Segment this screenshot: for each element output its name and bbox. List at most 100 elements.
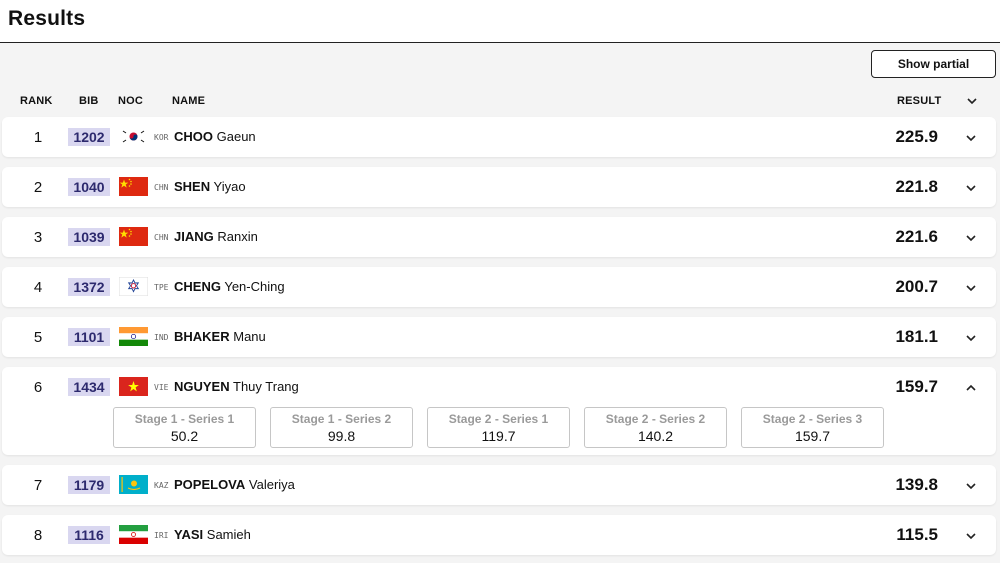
athlete-given-name: Manu	[233, 329, 266, 344]
bib-badge: 1179	[68, 476, 110, 494]
noc-code: VIE	[154, 383, 169, 392]
bib-badge: 1434	[68, 378, 110, 396]
result-value: 221.6	[895, 227, 938, 246]
result-row[interactable]: 2 1040 CHN SHEN Yiyao 221.8	[2, 167, 996, 207]
noc-code: TPE	[154, 283, 169, 292]
athlete-surname: BHAKER	[174, 329, 230, 344]
rank-value: 7	[33, 477, 43, 494]
stage-score: 159.7	[794, 428, 831, 444]
chevron-down-icon	[966, 185, 976, 192]
flag-vie-icon	[119, 377, 148, 396]
chevron-down-icon	[966, 285, 976, 292]
stage-label: Stage 2 - Series 2	[605, 412, 706, 426]
stage-label: Stage 1 - Series 1	[134, 412, 235, 426]
result-value: 225.9	[895, 127, 938, 146]
stage-score: 119.7	[481, 428, 516, 444]
athlete-given-name: Yiyao	[213, 179, 246, 194]
page-title: Results	[8, 7, 86, 30]
rank-value: 5	[33, 329, 43, 346]
rank-value: 8	[33, 527, 43, 544]
noc-code: IRI	[154, 531, 169, 540]
noc-code: KOR	[154, 133, 169, 142]
result-value: 221.8	[895, 177, 938, 196]
chevron-down-icon	[966, 533, 976, 540]
collapse-toggle[interactable]	[964, 381, 978, 393]
athlete-name: CHENG Yen-Ching	[174, 279, 285, 294]
athlete-surname: SHEN	[174, 179, 211, 194]
athlete-given-name: Valeriya	[248, 477, 295, 492]
flag-chn-icon	[119, 227, 148, 246]
flag-tpe-icon	[119, 277, 148, 296]
expand-toggle[interactable]	[964, 181, 978, 193]
rank-value: 1	[33, 129, 43, 146]
result-row[interactable]: 1 1202 KOR CHOO Gaeun 225.9	[2, 117, 996, 157]
noc-code: CHN	[154, 183, 169, 192]
rank-value: 4	[33, 279, 43, 296]
result-row[interactable]: 6 1434 VIE NGUYEN Thuy Trang 159.7 Stage…	[2, 367, 996, 455]
athlete-name: SHEN Yiyao	[174, 179, 246, 194]
athlete-surname: NGUYEN	[174, 379, 230, 394]
chevron-up-icon	[966, 384, 976, 391]
athlete-given-name: Yen-Ching	[224, 279, 285, 294]
flag-iri-icon	[119, 525, 148, 544]
athlete-surname: CHOO	[174, 129, 213, 144]
result-row[interactable]: 5 1101 IND BHAKER Manu 181.1	[2, 317, 996, 357]
stage-score-card: Stage 2 - Series 3 159.7	[741, 407, 884, 448]
bib-badge: 1202	[68, 128, 110, 146]
chevron-down-icon	[966, 135, 976, 142]
show-partial-button[interactable]: Show partial	[871, 50, 996, 78]
athlete-given-name: Ranxin	[217, 229, 258, 244]
bib-badge: 1101	[68, 328, 110, 346]
athlete-given-name: Gaeun	[216, 129, 256, 144]
expand-toggle[interactable]	[964, 529, 978, 541]
flag-kaz-icon	[119, 475, 148, 494]
rank-value: 6	[33, 379, 43, 396]
bib-column-header: BIB	[79, 95, 99, 107]
bib-badge: 1372	[68, 278, 110, 296]
stage-score-card: Stage 1 - Series 2 99.8	[270, 407, 413, 448]
athlete-name: YASI Samieh	[174, 527, 251, 542]
expand-toggle[interactable]	[964, 231, 978, 243]
stage-score-card: Stage 2 - Series 1 119.7	[427, 407, 570, 448]
result-column-header: RESULT	[897, 95, 942, 107]
athlete-name: CHOO Gaeun	[174, 129, 256, 144]
athlete-given-name: Thuy Trang	[233, 379, 299, 394]
chevron-down-icon	[966, 235, 976, 242]
flag-ind-icon	[119, 327, 148, 346]
stage-label: Stage 2 - Series 3	[762, 412, 863, 426]
result-row[interactable]: 7 1179 KAZ POPELOVA Valeriya 139.8	[2, 465, 996, 505]
athlete-name: NGUYEN Thuy Trang	[174, 379, 299, 394]
athlete-surname: POPELOVA	[174, 477, 246, 492]
noc-column-header: NOC	[118, 95, 144, 107]
result-value: 181.1	[895, 327, 938, 346]
athlete-surname: JIANG	[174, 229, 214, 244]
athlete-name: POPELOVA Valeriya	[174, 477, 295, 492]
athlete-surname: CHENG	[174, 279, 221, 294]
athlete-surname: YASI	[174, 527, 204, 542]
bib-badge: 1040	[68, 178, 110, 196]
stage-score: 99.8	[327, 428, 356, 444]
result-value: 139.8	[895, 475, 938, 494]
rank-value: 3	[33, 229, 43, 246]
rank-value: 2	[33, 179, 43, 196]
flag-chn-icon	[119, 177, 148, 196]
stage-score: 50.2	[170, 428, 199, 444]
expand-toggle[interactable]	[964, 331, 978, 343]
result-value: 200.7	[895, 277, 938, 296]
athlete-name: BHAKER Manu	[174, 329, 266, 344]
expand-toggle[interactable]	[964, 281, 978, 293]
rank-column-header: RANK	[20, 95, 53, 107]
result-row[interactable]: 4 1372 TPE CHENG Yen-Ching 200.7	[2, 267, 996, 307]
result-row[interactable]: 8 1116 IRI YASI Samieh 115.5	[2, 515, 996, 555]
chevron-down-icon[interactable]	[965, 95, 979, 107]
expand-toggle[interactable]	[964, 131, 978, 143]
noc-code: CHN	[154, 233, 169, 242]
result-value: 159.7	[895, 377, 938, 396]
result-row[interactable]: 3 1039 CHN JIANG Ranxin 221.6	[2, 217, 996, 257]
bib-badge: 1116	[68, 526, 110, 544]
stage-label: Stage 1 - Series 2	[291, 412, 392, 426]
bib-badge: 1039	[68, 228, 110, 246]
result-value: 115.5	[896, 525, 938, 544]
athlete-given-name: Samieh	[206, 527, 251, 542]
expand-toggle[interactable]	[964, 479, 978, 491]
